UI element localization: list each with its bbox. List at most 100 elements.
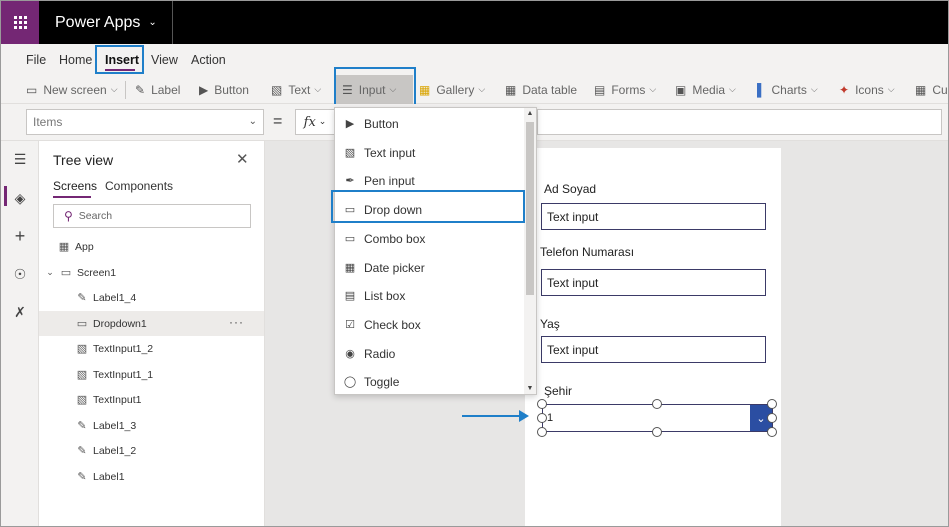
scroll-thumb[interactable] — [526, 122, 534, 295]
tree-search-input[interactable]: ⚲ Search — [53, 204, 251, 228]
menu-file[interactable]: File — [26, 53, 46, 67]
table-icon: ▦ — [505, 82, 517, 97]
menu-home[interactable]: Home — [59, 53, 92, 67]
active-tab-underline — [105, 69, 135, 71]
formula-input[interactable] — [537, 109, 942, 135]
menu-view[interactable]: View — [151, 53, 178, 67]
fx-button[interactable]: fx ⌄ — [295, 109, 335, 135]
resize-handle[interactable] — [652, 427, 662, 437]
scroll-up-icon[interactable]: ▲ — [524, 110, 536, 117]
tools-icon[interactable]: ✗ — [1, 300, 39, 324]
dropdown-icon: ▭ — [76, 318, 88, 330]
forms-button[interactable]: ▤ Forms ⌵ — [594, 75, 656, 104]
custom-label: Cu — [932, 82, 948, 97]
tree-node-app[interactable]: ▦ App — [39, 234, 264, 259]
chevron-down-icon: ⌵ — [389, 84, 397, 94]
resize-handle[interactable] — [537, 413, 547, 423]
charts-button[interactable]: ▌ Charts ⌵ — [757, 75, 818, 104]
data-table-label: Data table — [522, 82, 578, 97]
tree-node-label: TextInput1_1 — [93, 368, 154, 381]
menu-item-text-input[interactable]: ▧ Text input — [335, 138, 525, 167]
text-input-telefon[interactable]: Text input — [541, 269, 766, 296]
app-switcher[interactable]: Power Apps ⌄ — [39, 1, 173, 44]
annotation-arrow-head — [519, 410, 529, 422]
gallery-button[interactable]: ▦ Gallery ⌵ — [419, 75, 485, 104]
media-button[interactable]: ▣ Media ⌵ — [675, 75, 736, 104]
database-icon[interactable]: ☉ — [1, 262, 39, 286]
label-sehir[interactable]: Şehir — [544, 384, 572, 398]
resize-handle[interactable] — [537, 427, 547, 437]
tree-node-screen1[interactable]: ⌄ ▭ Screen1 — [39, 260, 264, 285]
custom-button[interactable]: ▦ Cu — [915, 75, 948, 104]
property-value: Items — [33, 115, 63, 129]
plus-icon[interactable]: + — [1, 224, 39, 248]
resize-handle[interactable] — [767, 427, 777, 437]
menu-action[interactable]: Action — [191, 53, 226, 67]
hamburger-icon[interactable]: ☰ — [1, 147, 39, 171]
menu-insert[interactable]: Insert — [105, 53, 139, 67]
sliders-icon: ☰ — [342, 82, 353, 97]
tree-node-label: App — [75, 240, 94, 253]
menu-item-pen-input[interactable]: ✒ Pen input — [335, 166, 525, 195]
tree-node-textinput1[interactable]: ▧ TextInput1 — [39, 387, 264, 412]
menu-item-button[interactable]: ▶ Button — [335, 109, 525, 138]
text-input-icon: ▧ — [76, 343, 88, 355]
menu-item-label: Drop down — [364, 202, 423, 217]
text-input-value: Text input — [547, 342, 599, 357]
app-launcher-icon[interactable] — [1, 1, 39, 44]
text-icon: ▧ — [271, 82, 283, 97]
tab-components[interactable]: Components — [105, 179, 173, 193]
close-icon[interactable]: ✕ — [236, 150, 249, 168]
tree-node-label1[interactable]: ✎ Label1 — [39, 464, 264, 489]
label-telefon[interactable]: Telefon Numarası — [540, 245, 634, 259]
tree-node-textinput1-1[interactable]: ▧ TextInput1_1 — [39, 362, 264, 387]
menu-scrollbar[interactable]: ▲ ▼ — [524, 108, 536, 394]
menu-item-drop-down[interactable]: ▭ Drop down — [335, 195, 525, 224]
text-button[interactable]: ▧ Text ⌵ — [271, 75, 321, 104]
property-select[interactable]: Items ⌄ — [26, 109, 264, 135]
label-yas[interactable]: Yaş — [540, 317, 560, 331]
tree-node-textinput1-2[interactable]: ▧ TextInput1_2 — [39, 336, 264, 361]
menu-item-radio[interactable]: ◉ Radio — [335, 339, 525, 368]
scroll-down-icon[interactable]: ▼ — [524, 385, 536, 392]
tree-node-dropdown1[interactable]: ▭ Dropdown1 ··· — [39, 311, 264, 336]
tree-node-label: Label1_4 — [93, 291, 137, 304]
screen-icon: ▭ — [60, 267, 72, 279]
search-placeholder: Search — [78, 210, 113, 222]
resize-handle[interactable] — [537, 399, 547, 409]
media-label: Media — [692, 82, 726, 97]
app-icon: ▦ — [58, 241, 70, 253]
chevron-down-icon: ⌄ — [318, 117, 327, 127]
gallery-label: Gallery — [436, 82, 475, 97]
menu-item-combo-box[interactable]: ▭ Combo box — [335, 224, 525, 253]
menu-item-list-box[interactable]: ▤ List box — [335, 281, 525, 310]
label-button[interactable]: ✎ Label — [135, 75, 180, 104]
data-table-button[interactable]: ▦ Data table — [505, 75, 577, 104]
menu-item-check-box[interactable]: ☑ Check box — [335, 310, 525, 339]
label-ad-soyad[interactable]: Ad Soyad — [544, 182, 596, 196]
text-input-yas[interactable]: Text input — [541, 336, 766, 363]
resize-handle[interactable] — [652, 399, 662, 409]
ribbon: ▭ New screen ⌵ ✎ Label ▶ Button ▧ Text ⌵… — [1, 75, 948, 104]
text-input-ad-soyad[interactable]: Text input — [541, 203, 766, 230]
custom-icon: ▦ — [915, 82, 927, 97]
tree-node-label1-3[interactable]: ✎ Label1_3 — [39, 413, 264, 438]
menu-item-toggle[interactable]: ◯ Toggle — [335, 367, 525, 396]
tree-node-label1-2[interactable]: ✎ Label1_2 — [39, 438, 264, 463]
resize-handle[interactable] — [767, 399, 777, 409]
button-button[interactable]: ▶ Button — [199, 75, 249, 104]
chevron-down-icon: ⌄ — [248, 116, 257, 127]
label-icon: ✎ — [77, 445, 87, 457]
equals-sign: = — [273, 113, 283, 130]
chevron-down-icon: ⌵ — [649, 84, 657, 94]
tab-screens[interactable]: Screens — [53, 179, 97, 193]
input-button[interactable]: ☰ Input ⌵ — [336, 75, 413, 104]
resize-handle[interactable] — [767, 413, 777, 423]
new-screen-button[interactable]: ▭ New screen ⌵ — [26, 75, 118, 104]
tree-node-label1-4[interactable]: ✎ Label1_4 — [39, 285, 264, 310]
icons-button[interactable]: ✦ Icons ⌵ — [839, 75, 895, 104]
chevron-down-icon: ⌄ — [148, 17, 157, 28]
tree-view-title: Tree view — [53, 152, 114, 168]
menu-item-date-picker[interactable]: ▦ Date picker — [335, 253, 525, 282]
more-options-icon[interactable]: ··· — [229, 315, 244, 329]
